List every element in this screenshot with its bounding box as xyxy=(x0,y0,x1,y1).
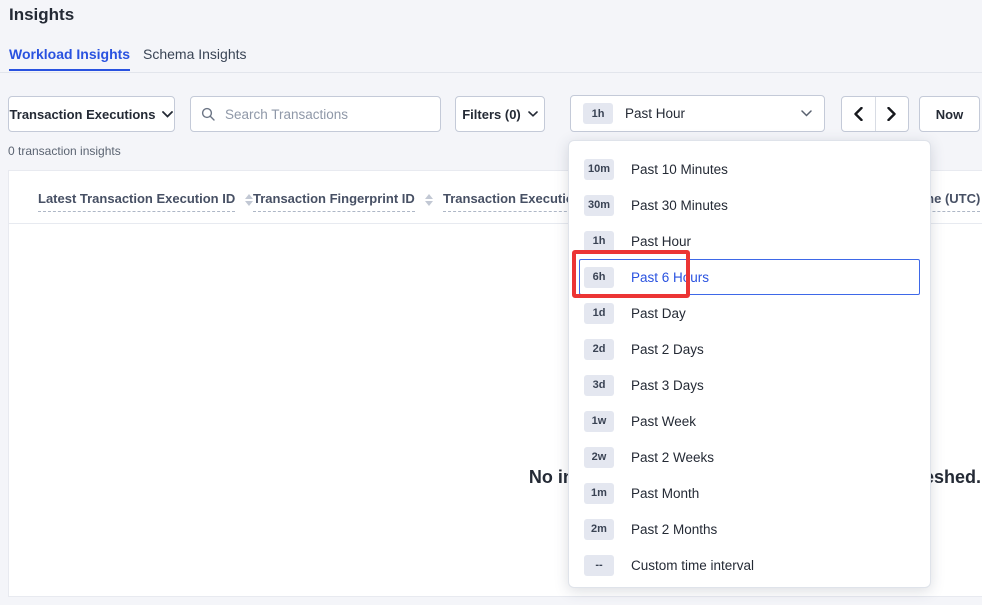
time-interval-option-label: Past 30 Minutes xyxy=(631,198,728,213)
filters-button[interactable]: Filters (0) xyxy=(455,96,545,132)
time-interval-option-label: Past 6 Hours xyxy=(631,270,709,285)
time-interval-option-badge: 6h xyxy=(584,267,614,288)
chevron-down-icon xyxy=(528,111,538,117)
time-interval-option-badge: 2w xyxy=(584,447,614,468)
chevron-down-icon xyxy=(801,110,812,117)
page-title: Insights xyxy=(9,5,74,25)
time-range-stepper xyxy=(841,96,909,132)
search-icon xyxy=(201,107,215,121)
view-selector-button[interactable]: Transaction Executions xyxy=(8,96,175,132)
chevron-left-icon xyxy=(854,107,863,121)
time-interval-option-label: Past 2 Months xyxy=(631,522,717,537)
insights-count: 0 transaction insights xyxy=(8,144,121,158)
time-interval-option-badge: 2d xyxy=(584,339,614,360)
time-interval-option-label: Past 2 Days xyxy=(631,342,704,357)
chevron-down-icon xyxy=(162,111,173,118)
view-selector-label: Transaction Executions xyxy=(10,107,156,122)
now-button[interactable]: Now xyxy=(919,96,980,132)
time-interval-option-label: Past 2 Weeks xyxy=(631,450,714,465)
time-interval-option[interactable]: 10m Past 10 Minutes xyxy=(579,151,920,187)
time-interval-option[interactable]: -- Custom time interval xyxy=(579,547,920,583)
search-box[interactable] xyxy=(190,96,441,132)
time-interval-option-label: Past Day xyxy=(631,306,686,321)
time-interval-option-badge: 30m xyxy=(584,195,614,216)
time-interval-option[interactable]: 2d Past 2 Days xyxy=(579,331,920,367)
time-interval-option-badge: 1h xyxy=(584,231,614,252)
time-interval-option-label: Custom time interval xyxy=(631,558,754,573)
time-interval-option-label: Past Month xyxy=(631,486,699,501)
column-header-transaction-fingerprint-id: Transaction Fingerprint ID xyxy=(253,191,433,212)
time-interval-option-label: Past Hour xyxy=(631,234,691,249)
time-interval-option-badge: 1d xyxy=(584,303,614,324)
time-interval-selector[interactable]: 1h Past Hour xyxy=(570,95,825,132)
time-interval-dropdown: 10m Past 10 Minutes 30m Past 30 Minutes … xyxy=(568,140,931,588)
time-interval-option-badge: -- xyxy=(584,555,614,576)
search-input[interactable] xyxy=(223,106,430,123)
time-interval-option[interactable]: 6h Past 6 Hours xyxy=(579,259,920,295)
time-interval-option[interactable]: 1d Past Day xyxy=(579,295,920,331)
time-interval-option[interactable]: 30m Past 30 Minutes xyxy=(579,187,920,223)
next-interval-button[interactable] xyxy=(876,97,909,131)
tab-workload-insights[interactable]: Workload Insights xyxy=(9,46,130,62)
insights-page: Insights Workload Insights Schema Insigh… xyxy=(0,0,982,605)
filters-label: Filters (0) xyxy=(462,107,521,122)
time-interval-label: Past Hour xyxy=(625,106,789,121)
time-interval-option-label: Past 3 Days xyxy=(631,378,704,393)
time-interval-option-badge: 10m xyxy=(584,159,614,180)
time-interval-option[interactable]: 2m Past 2 Months xyxy=(579,511,920,547)
sort-toggle-icon[interactable] xyxy=(425,194,433,206)
previous-interval-button[interactable] xyxy=(842,97,876,131)
time-interval-option-badge: 1w xyxy=(584,411,614,432)
time-interval-badge: 1h xyxy=(583,103,613,124)
tab-bar: Workload Insights Schema Insights xyxy=(0,44,982,73)
column-header-transaction-execution: Transaction Execution xyxy=(443,191,582,212)
time-interval-option-badge: 1m xyxy=(584,483,614,504)
time-interval-option[interactable]: 1m Past Month xyxy=(579,475,920,511)
column-header-latest-transaction-execution-id: Latest Transaction Execution ID xyxy=(38,191,253,212)
time-interval-option-badge: 2m xyxy=(584,519,614,540)
time-interval-option[interactable]: 3d Past 3 Days xyxy=(579,367,920,403)
time-interval-option-label: Past Week xyxy=(631,414,696,429)
time-interval-option[interactable]: 1h Past Hour xyxy=(579,223,920,259)
chevron-right-icon xyxy=(887,107,896,121)
time-interval-option[interactable]: 1w Past Week xyxy=(579,403,920,439)
time-interval-option-label: Past 10 Minutes xyxy=(631,162,728,177)
time-interval-option-badge: 3d xyxy=(584,375,614,396)
tab-schema-insights[interactable]: Schema Insights xyxy=(143,46,247,62)
time-interval-option[interactable]: 2w Past 2 Weeks xyxy=(579,439,920,475)
